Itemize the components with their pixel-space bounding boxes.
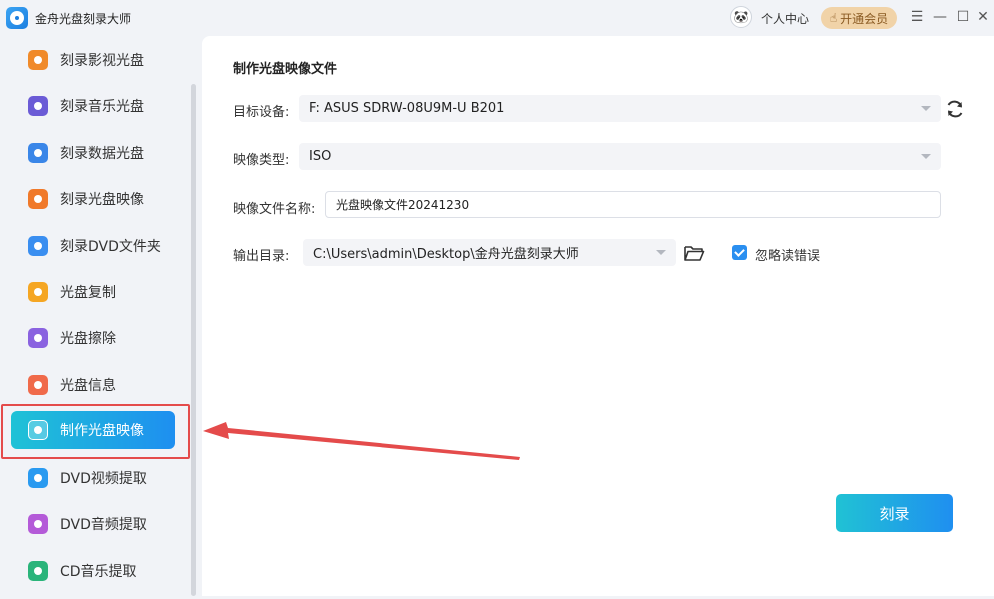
info-disc-icon (28, 375, 48, 395)
menu-icon[interactable]: ☰ (909, 8, 925, 26)
user-center-link[interactable]: 个人中心 (761, 10, 809, 27)
annotation-highlight-box (1, 404, 190, 459)
close-icon[interactable]: ✕ (975, 8, 991, 26)
sidebar-item-label: 光盘信息 (60, 378, 116, 394)
vip-button[interactable]: ☝ 开通会员 (821, 7, 897, 29)
image-name-label: 映像文件名称: (233, 202, 316, 217)
image-type-label: 映像类型: (233, 153, 290, 168)
user-avatar[interactable]: 🐼 (730, 6, 752, 28)
sidebar-item-label: 刻录数据光盘 (60, 146, 144, 162)
sidebar-item[interactable]: 刻录音乐光盘 (11, 87, 175, 125)
target-device-label: 目标设备: (233, 105, 290, 120)
sidebar-item[interactable]: 光盘擦除 (11, 319, 175, 357)
sidebar-item[interactable]: CD音乐提取 (11, 552, 175, 590)
sidebar-item-label: 光盘复制 (60, 285, 116, 301)
sidebar-item-label: 刻录光盘映像 (60, 192, 144, 208)
sidebar-item[interactable]: 光盘信息 (11, 366, 175, 404)
erase-disc-icon (28, 328, 48, 348)
title-bar: 金舟光盘刻录大师 🐼 个人中心 ☝ 开通会员 ☰ — ☐ ✕ (0, 0, 994, 36)
app-title: 金舟光盘刻录大师 (35, 12, 132, 26)
image-type-select[interactable]: ISO (299, 143, 941, 170)
ignore-errors-label[interactable]: 忽略读错误 (755, 245, 820, 264)
dvd-audio-extract-icon (28, 514, 48, 534)
output-dir-label: 输出目录: (233, 249, 290, 264)
video-disc-icon (28, 50, 48, 70)
sidebar-item-label: 刻录DVD文件夹 (60, 239, 161, 255)
image-type-value: ISO (309, 149, 332, 164)
copy-disc-icon (28, 282, 48, 302)
vip-button-label: 开通会员 (840, 11, 889, 26)
section-title: 制作光盘映像文件 (233, 62, 338, 77)
sidebar-item[interactable]: 刻录DVD文件夹 (11, 227, 175, 265)
sidebar-item-label: 刻录影视光盘 (60, 53, 144, 69)
sidebar-item-label: DVD视频提取 (60, 471, 147, 487)
target-device-value: F: ASUS SDRW-08U9M-U B201 (309, 101, 505, 116)
maximize-icon[interactable]: ☐ (955, 8, 971, 26)
output-dir-value: C:\Users\admin\Desktop\金舟光盘刻录大师 (313, 247, 579, 262)
sidebar-item-label: 光盘擦除 (60, 331, 116, 347)
sidebar-scrollbar[interactable] (191, 84, 196, 596)
ignore-errors-checkbox[interactable] (732, 245, 747, 260)
sidebar-item[interactable]: DVD音频提取 (11, 505, 175, 543)
data-disc-icon (28, 143, 48, 163)
minimize-icon[interactable]: — (932, 8, 948, 26)
sidebar-item[interactable]: DVD视频提取 (11, 459, 175, 497)
app-logo-icon (6, 7, 28, 29)
refresh-icon[interactable] (945, 99, 965, 119)
chevron-down-icon (921, 106, 931, 111)
image-name-input[interactable] (325, 191, 941, 218)
sidebar-item[interactable]: 刻录影视光盘 (11, 41, 175, 79)
burn-button[interactable]: 刻录 (836, 494, 953, 532)
music-disc-icon (28, 96, 48, 116)
sidebar-item[interactable]: 刻录数据光盘 (11, 134, 175, 172)
folder-icon[interactable] (683, 243, 705, 263)
sidebar-item-label: DVD音频提取 (60, 517, 147, 533)
chevron-down-icon (656, 250, 666, 255)
thumbs-up-icon: ☝ (829, 11, 838, 25)
chevron-down-icon (921, 154, 931, 159)
output-dir-select[interactable]: C:\Users\admin\Desktop\金舟光盘刻录大师 (303, 239, 676, 266)
cd-music-extract-icon (28, 561, 48, 581)
sidebar-item[interactable]: 刻录光盘映像 (11, 180, 175, 218)
image-disc-icon (28, 189, 48, 209)
dvd-video-extract-icon (28, 468, 48, 488)
main-panel: 制作光盘映像文件 目标设备: F: ASUS SDRW-08U9M-U B201… (202, 36, 994, 596)
sidebar-item-label: CD音乐提取 (60, 564, 137, 580)
sidebar-item-label: 刻录音乐光盘 (60, 99, 144, 115)
sidebar-item[interactable]: 光盘复制 (11, 273, 175, 311)
dvd-folder-icon (28, 236, 48, 256)
target-device-select[interactable]: F: ASUS SDRW-08U9M-U B201 (299, 95, 941, 122)
